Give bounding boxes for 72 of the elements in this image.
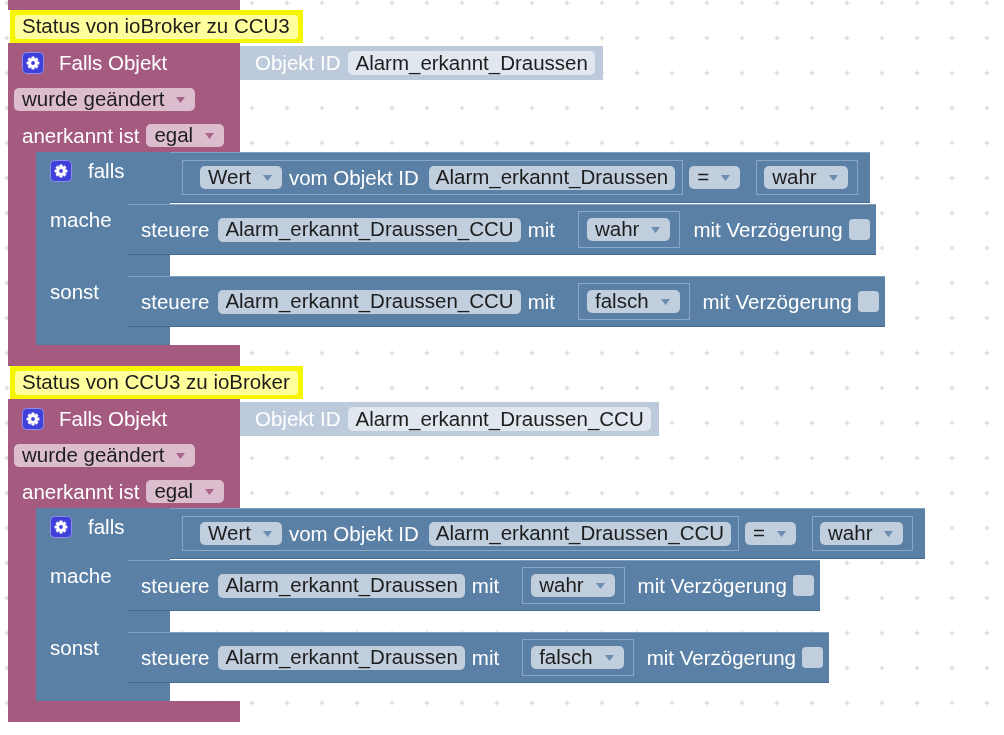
dropdown-field[interactable]: egal [146, 124, 225, 147]
caret-icon [777, 530, 787, 537]
block-label: mit [471, 574, 500, 597]
object-id-field[interactable]: Alarm_erkannt_Draussen [218, 645, 465, 670]
block-label: falls [88, 160, 125, 182]
caret-icon [884, 530, 894, 537]
dropdown-field[interactable]: wurde geändert [14, 444, 196, 467]
dropdown-field[interactable]: falsch [531, 646, 624, 669]
dropdown-field[interactable]: falsch [587, 290, 680, 313]
checkbox[interactable] [802, 647, 823, 668]
gear-icon[interactable] [50, 160, 72, 182]
object-id-field[interactable]: Alarm_erkannt_Draussen [428, 165, 676, 190]
object-id-field[interactable]: Alarm_erkannt_Draussen [348, 51, 595, 75]
block-label: vom Objekt ID [288, 522, 419, 545]
gear-icon[interactable] [22, 52, 44, 74]
block-label: mit [527, 290, 555, 313]
caret-icon [595, 582, 605, 589]
dropdown-field[interactable]: = [745, 522, 797, 545]
dropdown-field[interactable]: = [689, 166, 741, 189]
caret-icon [176, 96, 186, 103]
block-label: mit [527, 218, 555, 241]
block-label: vom Objekt ID [288, 166, 419, 189]
checkbox[interactable] [792, 575, 814, 596]
block-label: mit [471, 646, 500, 669]
gear-icon[interactable] [22, 408, 44, 430]
object-id-field[interactable]: Alarm_erkannt_Draussen_CCU [218, 217, 521, 242]
block-label: Objekt ID [255, 52, 341, 74]
block-label: Falls Objekt [59, 408, 168, 430]
block-label: sonst [50, 281, 99, 303]
block-label: mit Verzögerung [637, 574, 787, 597]
gear-icon[interactable] [50, 516, 72, 538]
caret-icon [651, 226, 661, 233]
object-id-field[interactable]: Alarm_erkannt_Draussen_CCU [218, 289, 521, 314]
block-label: Objekt ID [255, 408, 341, 430]
comment-field[interactable]: Status von ioBroker zu CCU3 [15, 14, 298, 39]
caret-icon [205, 132, 215, 139]
block-label: steuere [141, 218, 210, 241]
block-label: steuere [141, 574, 210, 597]
block-label: mache [50, 209, 112, 231]
block-label: mit Verzögerung [693, 218, 843, 241]
block-label: anerkannt ist [22, 124, 140, 147]
dropdown-field[interactable]: egal [146, 480, 225, 503]
block-label: falls [88, 516, 125, 538]
caret-icon [828, 174, 838, 181]
object-id-field[interactable]: Alarm_erkannt_Draussen_CCU [428, 521, 732, 546]
caret-icon [721, 174, 731, 181]
checkbox[interactable] [857, 291, 879, 312]
block-label: mit Verzögerung [702, 290, 852, 313]
dropdown-field[interactable]: wahr [531, 574, 615, 597]
caret-icon [262, 530, 272, 537]
dropdown-field[interactable]: Wert [200, 166, 282, 189]
dropdown-field[interactable]: wahr [764, 166, 848, 189]
checkbox[interactable] [848, 219, 870, 240]
comment-field[interactable]: Status von CCU3 zu ioBroker [15, 370, 298, 395]
object-id-field[interactable]: Alarm_erkannt_Draussen [218, 573, 465, 598]
dropdown-field[interactable]: wahr [820, 522, 904, 545]
dropdown-field[interactable]: Wert [200, 522, 282, 545]
dropdown-field[interactable]: wahr [587, 218, 671, 241]
block-label: Falls Objekt [59, 52, 168, 74]
caret-icon [262, 174, 272, 181]
caret-icon [660, 298, 670, 305]
caret-icon [205, 488, 215, 495]
block-label: steuere [141, 646, 210, 669]
block-label: anerkannt ist [22, 480, 140, 503]
block-label: sonst [50, 637, 99, 659]
block-label: mache [50, 565, 112, 587]
dropdown-field[interactable]: wurde geändert [14, 88, 196, 111]
block-label: steuere [141, 290, 210, 313]
block-label: mit Verzögerung [646, 646, 796, 669]
caret-icon [176, 452, 186, 459]
caret-icon [604, 654, 614, 661]
object-id-field[interactable]: Alarm_erkannt_Draussen_CCU [348, 407, 651, 431]
